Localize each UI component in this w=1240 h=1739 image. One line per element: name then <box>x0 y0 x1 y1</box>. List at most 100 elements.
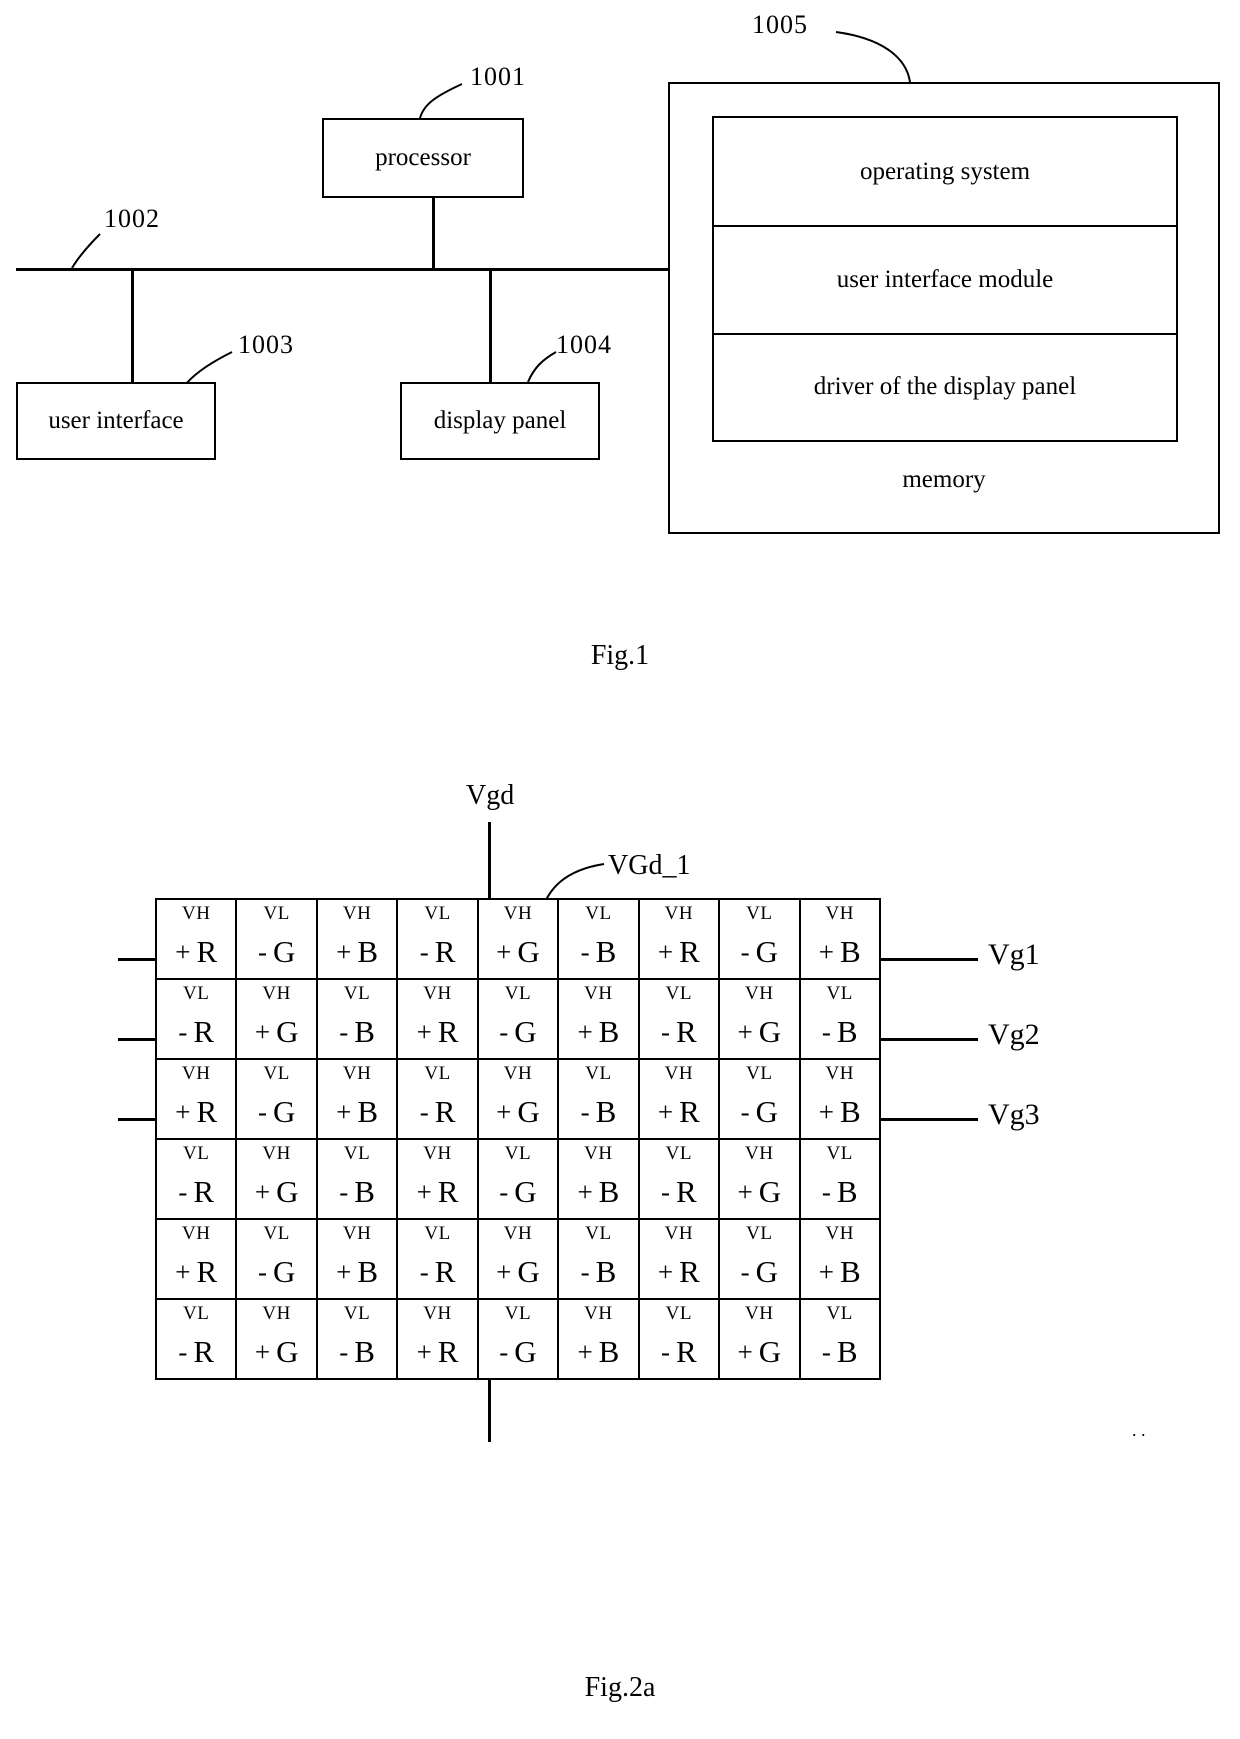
pixel-voltage-label: VL <box>665 1303 692 1325</box>
pixel-cell: VL - G <box>235 1060 315 1138</box>
pixel-color-channel: B <box>598 1334 620 1370</box>
pixel-subpixel-label: -B <box>318 1168 396 1218</box>
pixel-subpixel-label: -R <box>640 1008 718 1058</box>
pixel-subpixel-label: + B <box>801 1248 879 1298</box>
pixel-color-channel: B <box>357 1094 379 1130</box>
pixel-voltage-label: VL <box>585 1063 612 1085</box>
pixel-cell: VL - B <box>315 1140 396 1218</box>
pixel-color-channel: R <box>196 1254 218 1290</box>
pixel-cell: VH + B <box>557 980 637 1058</box>
pixel-subpixel-label: + G <box>720 1008 798 1058</box>
pixel-cell: VH + R <box>396 1300 476 1378</box>
pixel-subpixel-label: + G <box>720 1168 798 1218</box>
pixel-cell: VH + B <box>557 1140 637 1218</box>
pixel-cell: VL - R <box>157 1300 235 1378</box>
pixel-subpixel-label: + B <box>559 1008 637 1058</box>
pixel-polarity-sign: - <box>821 1336 831 1367</box>
pixel-cell: VL - G <box>476 1140 557 1218</box>
pixel-cell: VL - B <box>798 1300 879 1378</box>
pixel-cell: VH + R <box>157 900 235 978</box>
pixel-color-channel: B <box>595 1254 617 1290</box>
pixel-cell: VL - B <box>798 1140 879 1218</box>
pixel-color-channel: B <box>836 1174 858 1210</box>
gate-label-vg3: Vg3 <box>988 1098 1040 1131</box>
pixel-polarity-sign: - <box>499 1176 509 1207</box>
pixel-polarity-sign: + <box>416 1336 432 1367</box>
pixel-cell: VL - R <box>396 1220 476 1298</box>
pixel-polarity-sign: - <box>419 936 429 967</box>
pixel-subpixel-label: -G <box>720 928 798 978</box>
pixel-polarity-sign: - <box>740 1096 750 1127</box>
pixel-cell: VH + R <box>637 1220 718 1298</box>
pixel-color-channel: G <box>272 1254 296 1290</box>
pixel-polarity-sign: - <box>257 936 267 967</box>
pixel-subpixel-label: + R <box>640 1088 718 1138</box>
pixel-subpixel-label: -G <box>237 928 315 978</box>
pixel-polarity-sign: - <box>580 1096 590 1127</box>
pixel-polarity-sign: + <box>336 1096 352 1127</box>
pixel-cell: VH + R <box>157 1060 235 1138</box>
pixel-subpixel-label: + G <box>479 1088 557 1138</box>
pixel-color-channel: B <box>357 1254 379 1290</box>
pixel-polarity-sign: + <box>577 1176 593 1207</box>
pixel-color-channel: R <box>679 934 700 970</box>
pixel-voltage-label: VL <box>746 1223 773 1245</box>
pixel-cell: VL - G <box>476 980 557 1058</box>
pixel-voltage-label: VL <box>343 983 371 1005</box>
pixel-color-channel: R <box>196 1094 218 1130</box>
pixel-color-channel: R <box>434 934 456 970</box>
figure-1-caption: Fig.1 <box>590 640 650 671</box>
pixel-subpixel-label: + B <box>318 1088 396 1138</box>
pixel-cell: VH + B <box>557 1300 637 1378</box>
pixel-voltage-label: VL <box>826 1143 853 1165</box>
pixel-voltage-label: VH <box>181 1223 211 1245</box>
vgd-label: Vgd <box>466 780 515 811</box>
pixel-polarity-sign: - <box>339 1336 349 1367</box>
pixel-color-channel: G <box>758 1174 782 1210</box>
pixel-polarity-sign: + <box>737 1176 753 1207</box>
pixel-polarity-sign: + <box>416 1016 432 1047</box>
pixel-cell: VL - B <box>798 980 879 1058</box>
display-panel-block: display panel <box>400 382 600 460</box>
pixel-cell: VL - R <box>637 980 718 1058</box>
pixel-polarity-sign: - <box>661 1176 670 1207</box>
pixel-cell: VH + B <box>315 900 396 978</box>
pixel-color-channel: G <box>514 1334 537 1370</box>
pixel-voltage-label: VH <box>181 1063 211 1085</box>
pixel-voltage-label: VL <box>746 1063 773 1085</box>
pixel-cell: VL - B <box>557 1220 637 1298</box>
pixel-voltage-label: VL <box>665 1143 692 1165</box>
pixel-polarity-sign: + <box>737 1336 753 1367</box>
pixel-color-channel: G <box>514 1014 537 1050</box>
pixel-voltage-label: VH <box>423 983 452 1005</box>
pixel-voltage-label: VH <box>825 1063 854 1085</box>
pixel-voltage-label: VH <box>262 1143 291 1165</box>
pixel-polarity-sign: - <box>339 1016 349 1047</box>
pixel-voltage-label: VL <box>424 903 451 925</box>
pixel-polarity-sign: + <box>416 1176 432 1207</box>
pixel-subpixel-label: + R <box>157 928 235 978</box>
pixel-grid-row: VH + R VL - G VH + B VL - R VH + G VL - B VH + R VL - G VH + B <box>157 1218 879 1298</box>
pixel-cell: VL - R <box>157 1140 235 1218</box>
pixel-voltage-label: VH <box>503 903 533 925</box>
pixel-polarity-sign: + <box>175 1256 191 1287</box>
pixel-voltage-label: VH <box>584 983 613 1005</box>
pixel-color-channel: R <box>193 1174 215 1210</box>
pixel-voltage-label: VH <box>503 1063 533 1085</box>
pixel-polarity-sign: + <box>577 1016 593 1047</box>
ref-numeral-1004: 1004 <box>556 330 612 359</box>
pixel-subpixel-label: + R <box>398 1008 476 1058</box>
pixel-polarity-sign: - <box>419 1096 429 1127</box>
pixel-cell: VL - R <box>637 1300 718 1378</box>
pixel-voltage-label: VL <box>585 1223 612 1245</box>
pixel-subpixel-label: + B <box>318 1248 396 1298</box>
pixel-polarity-sign: - <box>178 1016 188 1047</box>
pixel-color-channel: G <box>755 934 778 970</box>
pixel-voltage-label: VH <box>825 1223 854 1245</box>
pixel-color-channel: B <box>839 1254 861 1290</box>
pixel-subpixel-label: -B <box>318 1328 396 1378</box>
pixel-subpixel-label: + G <box>479 1248 557 1298</box>
operating-system-label: operating system <box>859 157 1031 185</box>
pixel-polarity-sign: - <box>821 1016 831 1047</box>
pixel-color-channel: B <box>354 1334 375 1370</box>
